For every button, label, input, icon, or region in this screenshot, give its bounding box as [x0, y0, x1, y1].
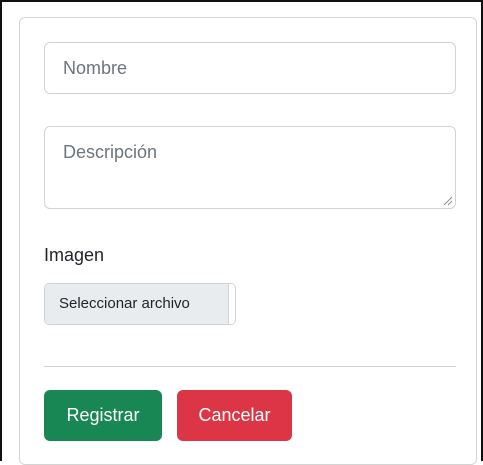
- description-placeholder: Descripción: [63, 142, 158, 162]
- window-frame: Nombre Descripción Imagen Seleccionar ar…: [0, 0, 483, 465]
- register-button[interactable]: Registrar: [44, 390, 162, 441]
- select-file-button[interactable]: Seleccionar archivo: [45, 284, 229, 324]
- divider: [44, 366, 456, 367]
- cancel-button[interactable]: Cancelar: [177, 390, 292, 441]
- form-card: Nombre Descripción Imagen Seleccionar ar…: [19, 17, 477, 465]
- name-placeholder: Nombre: [63, 58, 128, 78]
- description-textarea[interactable]: Descripción: [44, 126, 456, 209]
- name-input[interactable]: Nombre: [44, 42, 456, 94]
- resize-grip-icon[interactable]: [443, 196, 453, 206]
- file-input[interactable]: Seleccionar archivo: [44, 283, 236, 325]
- image-label: Imagen: [44, 245, 105, 265]
